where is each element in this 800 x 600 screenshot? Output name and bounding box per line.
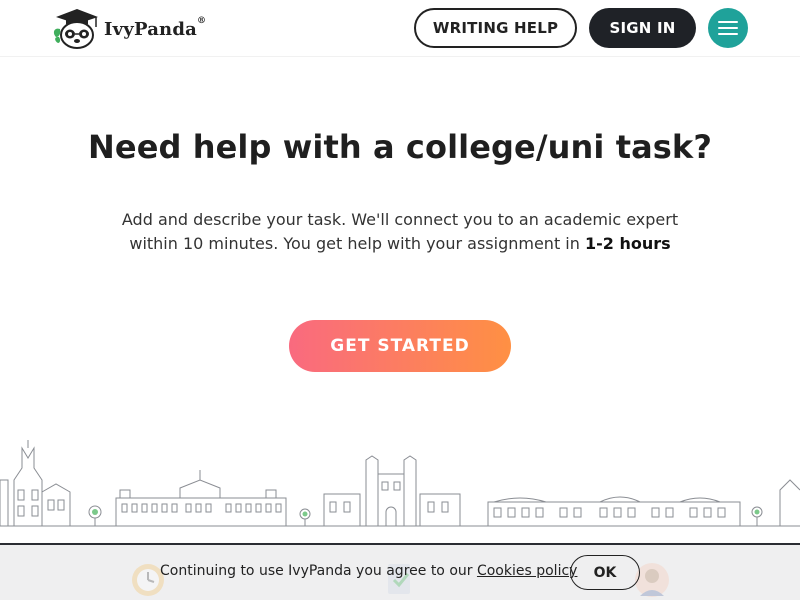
cookie-ok-button[interactable]: OK <box>570 555 640 590</box>
get-started-button[interactable]: GET STARTED <box>289 320 511 372</box>
logo-text: IvyPanda® <box>104 15 207 40</box>
turnaround-time: 1-2 hours <box>584 234 671 253</box>
panda-logo-icon <box>53 9 98 49</box>
site-header: IvyPanda® WRITING HELP SIGN IN <box>0 0 800 57</box>
cookies-policy-link[interactable]: Cookies policy <box>477 563 577 579</box>
writing-help-button[interactable]: WRITING HELP <box>414 8 577 48</box>
menu-button[interactable] <box>708 8 748 48</box>
page-title: Need help with a college/uni task? <box>88 128 712 166</box>
ivypanda-logo[interactable]: IvyPanda® <box>52 7 206 49</box>
hero-description: Add and describe your task. We'll connec… <box>121 210 679 253</box>
hamburger-menu-icon <box>718 21 738 35</box>
cookie-message: Continuing to use IvyPanda you agree to … <box>160 563 578 579</box>
sign-in-button[interactable]: SIGN IN <box>589 8 696 48</box>
skyline-illustration <box>0 440 800 527</box>
